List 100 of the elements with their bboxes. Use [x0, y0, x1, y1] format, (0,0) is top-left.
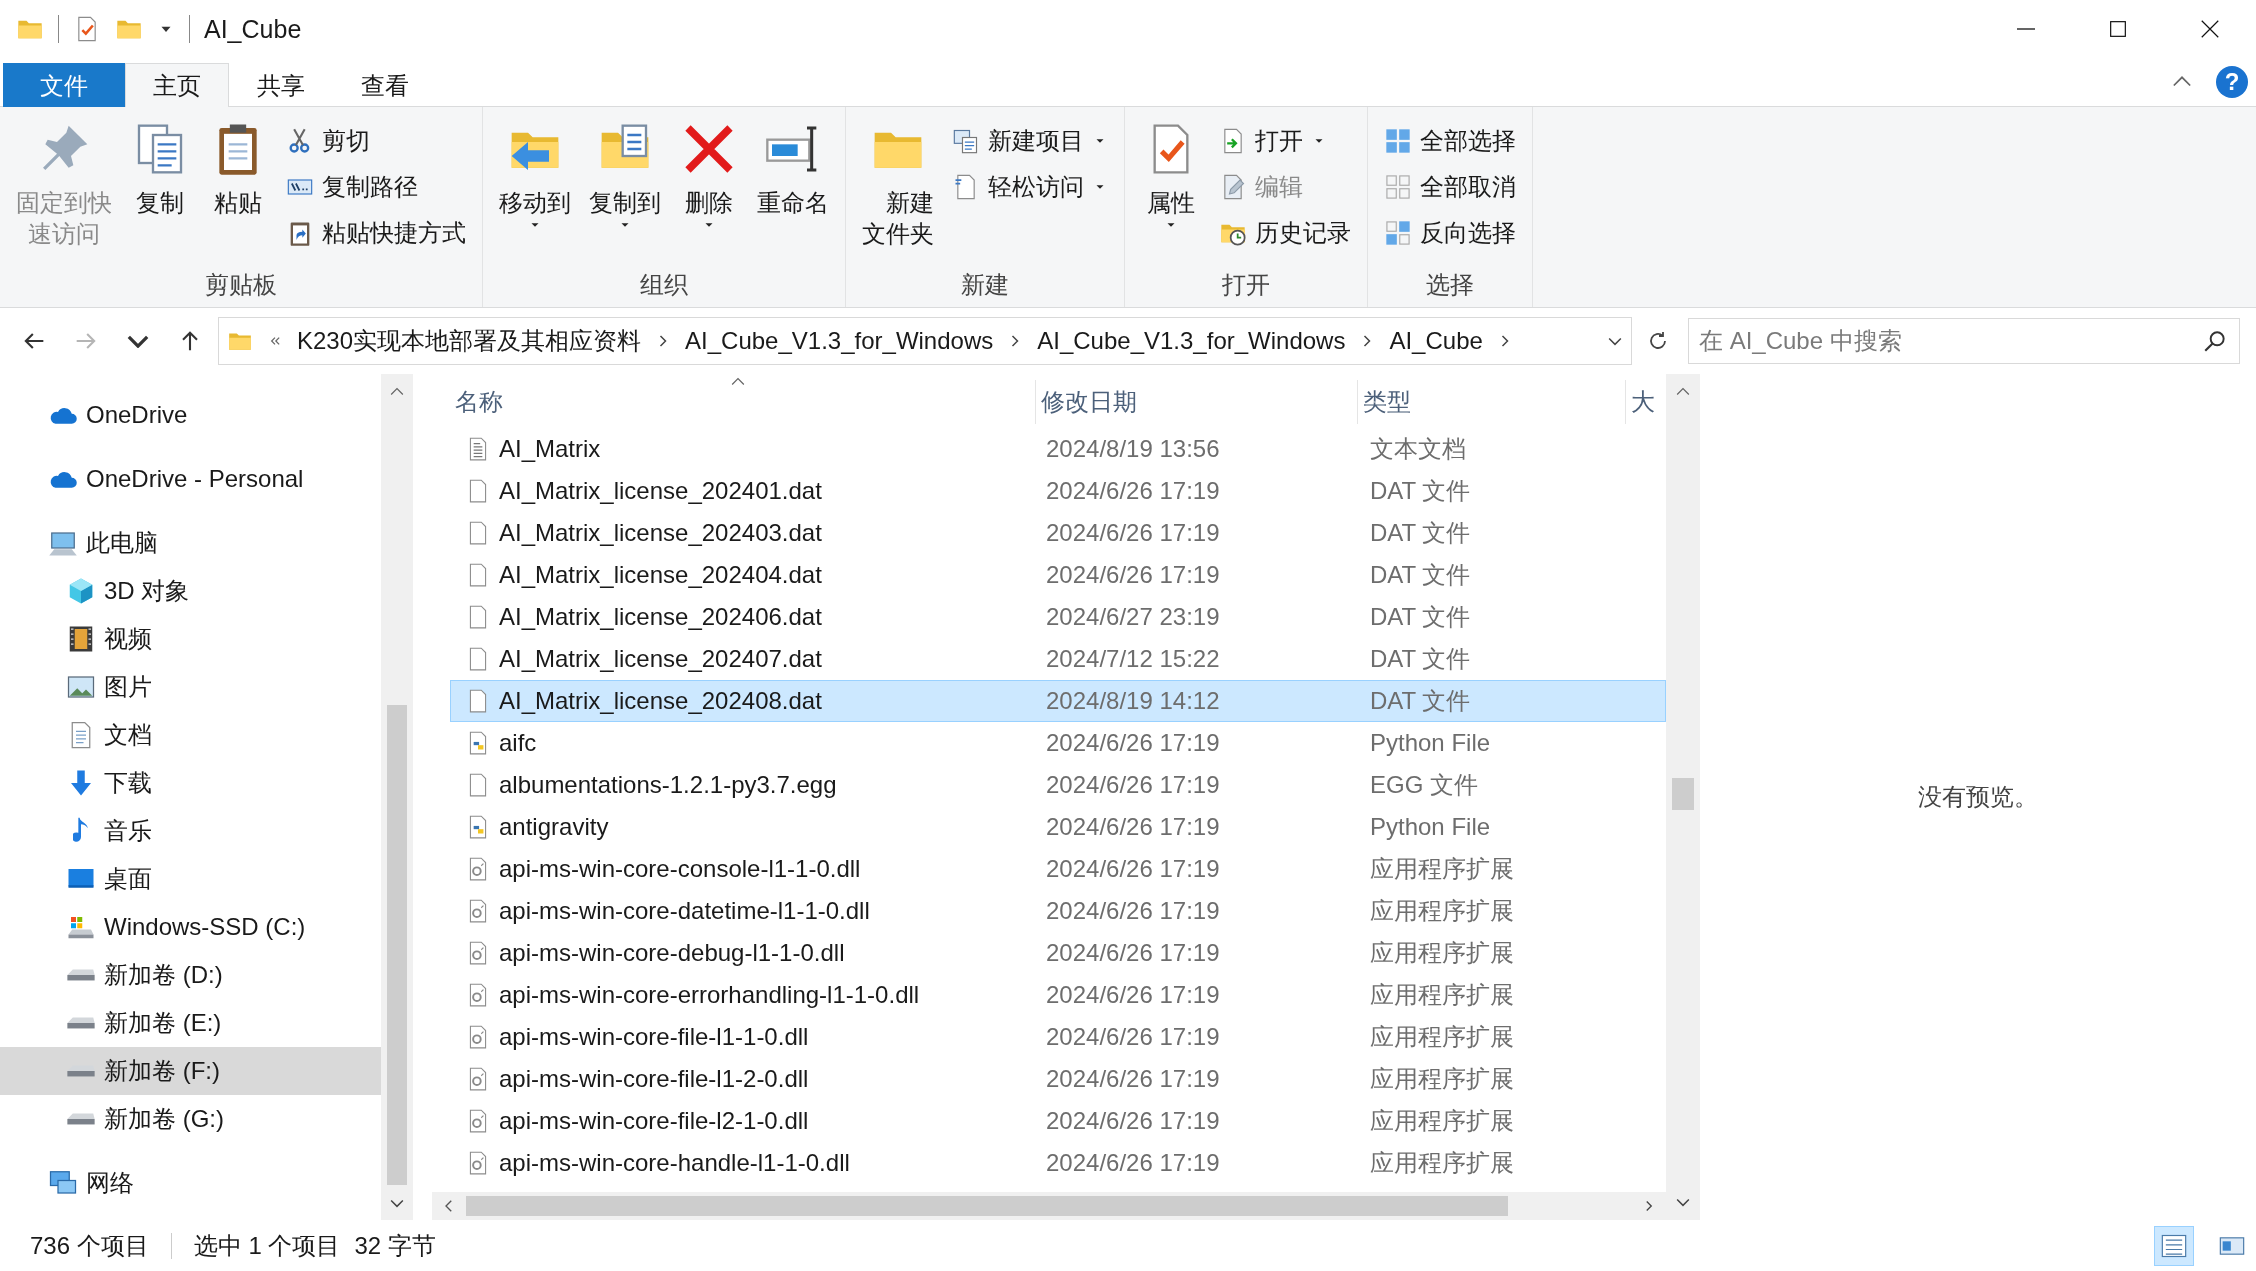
sidebar-item[interactable]: 图片 — [0, 663, 381, 711]
ribbon-button[interactable]: 删除 — [673, 115, 745, 236]
sidebar-item[interactable]: 3D 对象 — [0, 567, 381, 615]
file-name: AI_Matrix — [499, 435, 601, 463]
modified-date: 2024/6/26 17:19 — [1046, 939, 1220, 966]
ribbon-button[interactable]: 轻松访问 — [946, 165, 1114, 209]
ribbon-button[interactable]: 反向选择 — [1378, 211, 1522, 255]
modified-date: 2024/6/26 17:19 — [1046, 771, 1220, 798]
sidebar-item[interactable]: 文档 — [0, 711, 381, 759]
file-name: AI_Matrix_license_202406.dat — [499, 603, 822, 631]
file-row[interactable]: api-ms-win-core-errorhandling-l1-1-0.dll 2024/6/26 17:19 应用程序扩展 — [450, 974, 1666, 1016]
ribbon-button[interactable]: 粘贴 — [202, 115, 274, 222]
ribbon-tab[interactable]: 共享 — [229, 63, 333, 107]
sidebar-item[interactable]: 网络 — [0, 1159, 381, 1207]
file-row[interactable]: api-ms-win-core-console-l1-1-0.dll 2024/6/26 17:19 应用程序扩展 — [450, 848, 1666, 890]
search-field[interactable]: 在 AI_Cube 中搜索 — [1688, 318, 2240, 364]
sidebar-item[interactable]: 新加卷 (F:) — [0, 1047, 381, 1095]
file-row[interactable]: AI_Matrix 2024/8/19 13:56 文本文档 — [450, 428, 1666, 470]
sidebar-item[interactable]: 此电脑 — [0, 519, 381, 567]
ribbon-button[interactable]: 历史记录 — [1213, 211, 1357, 255]
breadcrumb[interactable]: AI_Cube_V1.3_for_Windows — [685, 327, 994, 355]
file-row[interactable]: api-ms-win-core-file-l2-1-0.dll 2024/6/26 17:19 应用程序扩展 — [450, 1100, 1666, 1142]
file-name: antigravity — [499, 813, 609, 841]
file-row[interactable]: AI_Matrix_license_202401.dat 2024/6/26 17:19 DAT 文件 — [450, 470, 1666, 512]
search-icon[interactable] — [2202, 328, 2228, 354]
sidebar-item[interactable]: 新加卷 (D:) — [0, 951, 381, 999]
file-menu-tab[interactable]: 文件 — [3, 63, 125, 107]
modified-date: 2024/6/26 17:19 — [1046, 1107, 1220, 1134]
column-header[interactable]: 名称 — [450, 380, 1036, 424]
file-row[interactable]: AI_Matrix_license_202406.dat 2024/6/27 23:19 DAT 文件 — [450, 596, 1666, 638]
file-row[interactable]: albumentations-1.2.1-py3.7.egg 2024/6/26 17:19 EGG 文件 — [450, 764, 1666, 806]
breadcrumb[interactable]: AI_Cube — [1389, 327, 1483, 355]
address-bar[interactable]: K230实现本地部署及其相应资料 AI_Cube_V1.3_for_Windows AI_Cube_V1.3_for_Windows AI_Cube — [218, 317, 1632, 365]
file-row[interactable]: AI_Matrix_license_202407.dat 2024/7/12 15:22 DAT 文件 — [450, 638, 1666, 680]
scrollbar[interactable] — [381, 374, 413, 1220]
modified-date: 2024/8/19 13:56 — [1046, 435, 1220, 462]
ribbon-button[interactable]: 新建项目 — [946, 119, 1114, 163]
ribbon-button[interactable]: 全部取消 — [1378, 165, 1522, 209]
ribbon-group-label: 选择 — [1425, 270, 1475, 300]
ribbon-button[interactable]: 新建文件夹 — [856, 115, 940, 253]
ribbon-tab[interactable]: 查看 — [333, 63, 437, 107]
file-name: api-ms-win-core-debug-l1-1-0.dll — [499, 939, 845, 967]
file-row[interactable]: api-ms-win-core-datetime-l1-1-0.dll 2024/6/26 17:19 应用程序扩展 — [450, 890, 1666, 932]
sidebar-item[interactable]: Windows-SSD (C:) — [0, 903, 381, 951]
scrollbar-thumb[interactable] — [466, 1196, 1508, 1216]
ribbon-button[interactable]: 复制路径 — [280, 165, 472, 209]
sidebar-item[interactable]: 音乐 — [0, 807, 381, 855]
sidebar-item[interactable]: OneDrive — [0, 391, 381, 439]
file-name: AI_Matrix_license_202401.dat — [499, 477, 822, 505]
sidebar-item[interactable]: 视频 — [0, 615, 381, 663]
file-type: DAT 文件 — [1370, 603, 1471, 630]
modified-date: 2024/6/26 17:19 — [1046, 1149, 1220, 1176]
file-type: 应用程序扩展 — [1370, 939, 1514, 966]
file-row[interactable]: aifc 2024/6/26 17:19 Python File — [450, 722, 1666, 764]
sidebar-item[interactable]: 桌面 — [0, 855, 381, 903]
ribbon-button[interactable]: 剪切 — [280, 119, 472, 163]
sidebar-item[interactable]: OneDrive - Personal — [0, 455, 381, 503]
column-header[interactable]: 大 — [1626, 380, 1666, 424]
file-row[interactable]: antigravity 2024/6/26 17:19 Python File — [450, 806, 1666, 848]
file-row[interactable]: AI_Matrix_license_202403.dat 2024/6/26 17:19 DAT 文件 — [450, 512, 1666, 554]
file-row[interactable]: api-ms-win-core-handle-l1-1-0.dll 2024/6/26 17:19 应用程序扩展 — [450, 1142, 1666, 1184]
file-row[interactable]: api-ms-win-core-file-l1-2-0.dll 2024/6/26 17:19 应用程序扩展 — [450, 1058, 1666, 1100]
ribbon-button[interactable]: 全部选择 — [1378, 119, 1522, 163]
ribbon-button[interactable]: 复制 — [124, 115, 196, 222]
view-button[interactable] — [2154, 1225, 2194, 1266]
help-button[interactable]: ? — [2216, 66, 2248, 98]
ribbon-button[interactable]: 属性 — [1135, 115, 1207, 236]
ribbon-button[interactable]: 重命名 — [751, 115, 835, 222]
ribbon-button[interactable]: 复制到 — [583, 115, 667, 236]
grid-icon — [1384, 127, 1412, 155]
scrollbar[interactable] — [1666, 374, 1700, 1220]
modified-date: 2024/6/27 23:19 — [1046, 603, 1220, 630]
modified-date: 2024/8/19 14:12 — [1046, 687, 1220, 714]
column-header[interactable]: 类型 — [1358, 380, 1626, 424]
file-type: 应用程序扩展 — [1370, 855, 1514, 882]
ribbon-button[interactable]: 移动到 — [493, 115, 577, 236]
modified-date: 2024/6/26 17:19 — [1046, 729, 1220, 756]
file-row[interactable]: AI_Matrix_license_202404.dat 2024/6/26 17:19 DAT 文件 — [450, 554, 1666, 596]
file-row[interactable]: AI_Matrix_license_202408.dat 2024/8/19 14:12 DAT 文件 — [450, 680, 1666, 722]
ribbon-button[interactable]: 打开 — [1213, 119, 1357, 163]
modified-date: 2024/6/26 17:19 — [1046, 1023, 1220, 1050]
sidebar-item[interactable]: 下载 — [0, 759, 381, 807]
scrollbar[interactable] — [432, 1192, 1666, 1220]
preview-message: 没有预览。 — [1918, 782, 2038, 812]
breadcrumb[interactable]: K230实现本地部署及其相应资料 — [297, 325, 642, 357]
file-name: api-ms-win-core-errorhandling-l1-1-0.dll — [499, 981, 920, 1009]
drive-icon — [66, 1016, 96, 1030]
ribbon-tab[interactable]: 主页 — [125, 63, 229, 107]
sidebar-item[interactable]: 新加卷 (G:) — [0, 1095, 381, 1143]
file-row[interactable]: api-ms-win-core-debug-l1-1-0.dll 2024/6/26 17:19 应用程序扩展 — [450, 932, 1666, 974]
column-header[interactable]: 修改日期 — [1036, 380, 1358, 424]
breadcrumb[interactable]: AI_Cube_V1.3_for_Windows — [1037, 327, 1346, 355]
sidebar-item[interactable]: 新加卷 (E:) — [0, 999, 381, 1047]
ribbon-group-label: 打开 — [1221, 270, 1271, 300]
scrollbar-thumb[interactable] — [387, 705, 407, 1185]
scrollbar-thumb[interactable] — [1672, 778, 1694, 810]
file-row[interactable]: api-ms-win-core-file-l1-1-0.dll 2024/6/26 17:19 应用程序扩展 — [450, 1016, 1666, 1058]
ribbon-button[interactable]: 粘贴快捷方式 — [280, 211, 472, 255]
file-type: 应用程序扩展 — [1370, 981, 1514, 1008]
modified-date: 2024/6/26 17:19 — [1046, 897, 1220, 924]
